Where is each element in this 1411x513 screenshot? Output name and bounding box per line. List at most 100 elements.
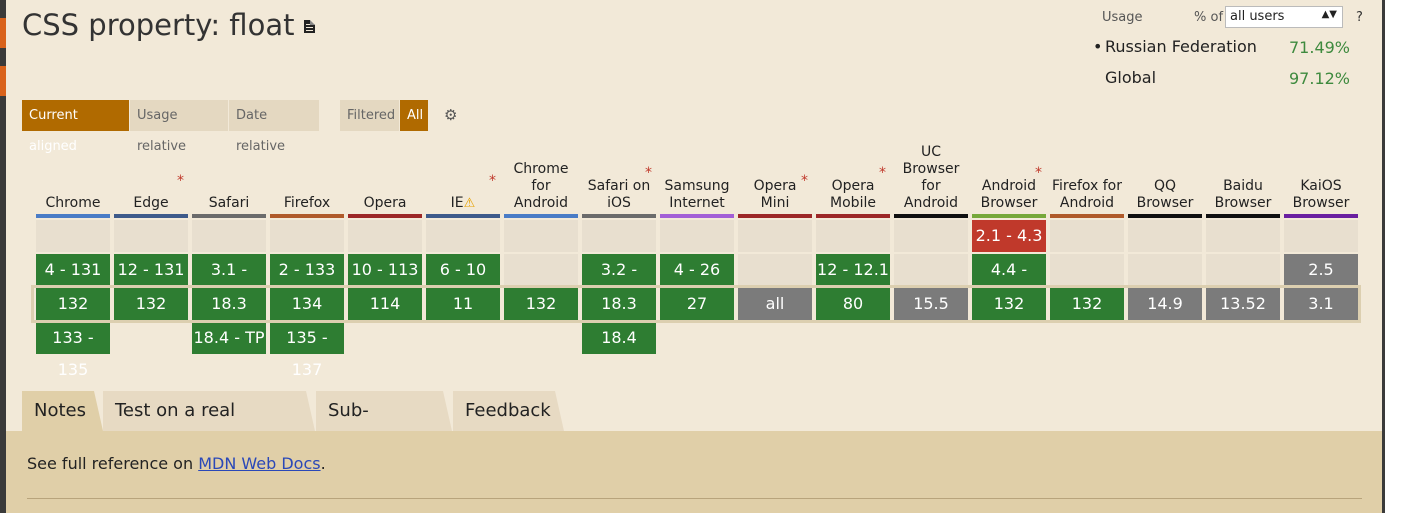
version-cell[interactable]: 133 - 135 bbox=[36, 322, 110, 379]
version-cell bbox=[426, 220, 500, 252]
browser-header[interactable]: Opera Mobile * bbox=[816, 140, 890, 212]
date-relative-button[interactable]: Date relative bbox=[229, 100, 319, 154]
browser-header[interactable]: QQ Browser bbox=[1128, 140, 1202, 212]
usage-relative-button[interactable]: Usage relative bbox=[130, 100, 228, 154]
browser-color-bar bbox=[114, 214, 188, 218]
version-cell bbox=[504, 254, 578, 286]
note-asterisk-icon: * bbox=[489, 173, 496, 189]
browser-name: Android Browser bbox=[980, 178, 1038, 211]
version-cell bbox=[270, 220, 344, 252]
version-cell[interactable]: 4 - 131 bbox=[36, 254, 110, 286]
browser-name: Baidu Browser bbox=[1214, 178, 1272, 211]
region-usage-value: 71.49% bbox=[1289, 38, 1351, 57]
help-link[interactable]: ? bbox=[1356, 10, 1363, 25]
tab-notes[interactable]: Notes bbox=[22, 391, 103, 431]
browser-header[interactable]: Firefox for Android bbox=[1050, 140, 1124, 212]
browser-header[interactable]: IE ⚠ * bbox=[426, 140, 500, 212]
browser-header[interactable]: Samsung Internet bbox=[660, 140, 734, 212]
browser-name: Chrome bbox=[45, 195, 101, 211]
browser-color-bar bbox=[36, 214, 110, 218]
document-icon[interactable] bbox=[304, 20, 316, 33]
divider bbox=[27, 498, 1362, 499]
version-cell bbox=[894, 220, 968, 252]
region-name: Russian Federation bbox=[1105, 37, 1257, 56]
page-title-text: CSS property: float bbox=[22, 8, 295, 42]
browser-header[interactable]: Edge * bbox=[114, 140, 188, 212]
version-cell[interactable]: 12 - 131 bbox=[114, 254, 188, 286]
browser-name: IE bbox=[450, 195, 464, 211]
browser-color-bar bbox=[348, 214, 422, 218]
warning-icon: ⚠ bbox=[463, 196, 476, 211]
version-cell[interactable]: 18.4 bbox=[582, 322, 656, 354]
version-cell bbox=[582, 220, 656, 252]
note-asterisk-icon: * bbox=[177, 173, 184, 189]
tab-test-on-real-browser[interactable]: Test on a real browser bbox=[103, 391, 315, 461]
version-cell bbox=[192, 220, 266, 252]
version-cell bbox=[1128, 220, 1202, 252]
browser-color-bar bbox=[426, 214, 500, 218]
note-asterisk-icon: * bbox=[1035, 165, 1042, 181]
browser-header[interactable]: Safari bbox=[192, 140, 266, 212]
notes-suffix: . bbox=[320, 454, 326, 473]
browser-name: Opera bbox=[363, 195, 407, 211]
browser-header[interactable]: Opera Mini * bbox=[738, 140, 812, 212]
version-cell[interactable]: 3.1 - 18.2 bbox=[192, 254, 266, 311]
browser-header[interactable]: UC Browser for Android bbox=[894, 140, 968, 212]
browser-color-bar bbox=[894, 214, 968, 218]
percent-of-label: % of bbox=[1194, 10, 1224, 25]
version-cell bbox=[1206, 220, 1280, 252]
browser-header[interactable]: KaiOS Browser bbox=[1284, 140, 1358, 212]
browser-color-bar bbox=[1206, 214, 1280, 218]
browser-name: Chrome for Android bbox=[513, 161, 569, 211]
gear-icon[interactable]: ⚙ bbox=[444, 108, 458, 123]
browser-name: Samsung Internet bbox=[664, 178, 730, 211]
filtered-button[interactable]: Filtered bbox=[340, 100, 399, 131]
browser-color-bar bbox=[816, 214, 890, 218]
browser-name: Edge bbox=[133, 195, 169, 211]
version-cell bbox=[1206, 254, 1280, 286]
tab-feedback[interactable]: Feedback bbox=[453, 391, 564, 431]
version-cell[interactable]: 10 - 113 bbox=[348, 254, 422, 286]
current-version-row-highlight bbox=[31, 285, 1361, 323]
version-cell[interactable]: 6 - 10 bbox=[426, 254, 500, 286]
version-cell[interactable]: 4.4 - 4.4.4 bbox=[972, 254, 1046, 311]
browser-name: Opera Mobile bbox=[830, 178, 876, 211]
browser-header[interactable]: Firefox bbox=[270, 140, 344, 212]
version-cell bbox=[114, 220, 188, 252]
note-asterisk-icon: * bbox=[645, 165, 652, 181]
version-cell bbox=[894, 254, 968, 286]
browser-header[interactable]: Baidu Browser bbox=[1206, 140, 1280, 212]
browser-header[interactable]: Chrome for Android bbox=[504, 140, 578, 212]
version-cell[interactable]: 2.5 bbox=[1284, 254, 1358, 286]
browser-header[interactable]: Chrome bbox=[36, 140, 110, 212]
browser-header[interactable]: Opera bbox=[348, 140, 422, 212]
note-asterisk-icon: * bbox=[801, 173, 808, 189]
browser-color-bar bbox=[504, 214, 578, 218]
version-cell bbox=[660, 220, 734, 252]
tab-sub-features[interactable]: Sub-features bbox=[316, 391, 452, 461]
page-title: CSS property: float bbox=[22, 8, 316, 42]
version-cell[interactable]: 2 - 133 bbox=[270, 254, 344, 286]
all-button[interactable]: All bbox=[400, 100, 428, 131]
version-cell[interactable]: 135 - 137 bbox=[270, 322, 344, 379]
browser-color-bar bbox=[270, 214, 344, 218]
version-cell bbox=[1050, 220, 1124, 252]
version-cell[interactable]: 12 - 12.1 bbox=[816, 254, 890, 286]
region-global[interactable]: Global bbox=[1105, 68, 1156, 87]
version-cell[interactable]: 3.2 - 18.2 bbox=[582, 254, 656, 311]
version-cell bbox=[738, 254, 812, 286]
version-cell bbox=[1050, 254, 1124, 286]
browser-name: Safari bbox=[208, 195, 250, 211]
version-cell[interactable]: 18.4 - TP bbox=[192, 322, 266, 354]
browser-name: UC Browser for Android bbox=[902, 144, 960, 211]
version-cell[interactable]: 4 - 26 bbox=[660, 254, 734, 286]
browser-header[interactable]: Safari on iOS * bbox=[582, 140, 656, 212]
browser-header[interactable]: Android Browser * bbox=[972, 140, 1046, 212]
current-aligned-button[interactable]: Current aligned bbox=[22, 100, 129, 154]
mdn-link[interactable]: MDN Web Docs bbox=[198, 454, 320, 473]
version-cell[interactable]: 2.1 - 4.3 bbox=[972, 220, 1046, 252]
version-cell bbox=[348, 220, 422, 252]
usage-scope-select[interactable]: all users ▲▼ bbox=[1225, 6, 1343, 28]
browser-color-bar bbox=[738, 214, 812, 218]
region-russian-federation[interactable]: • Russian Federation bbox=[1093, 37, 1257, 56]
